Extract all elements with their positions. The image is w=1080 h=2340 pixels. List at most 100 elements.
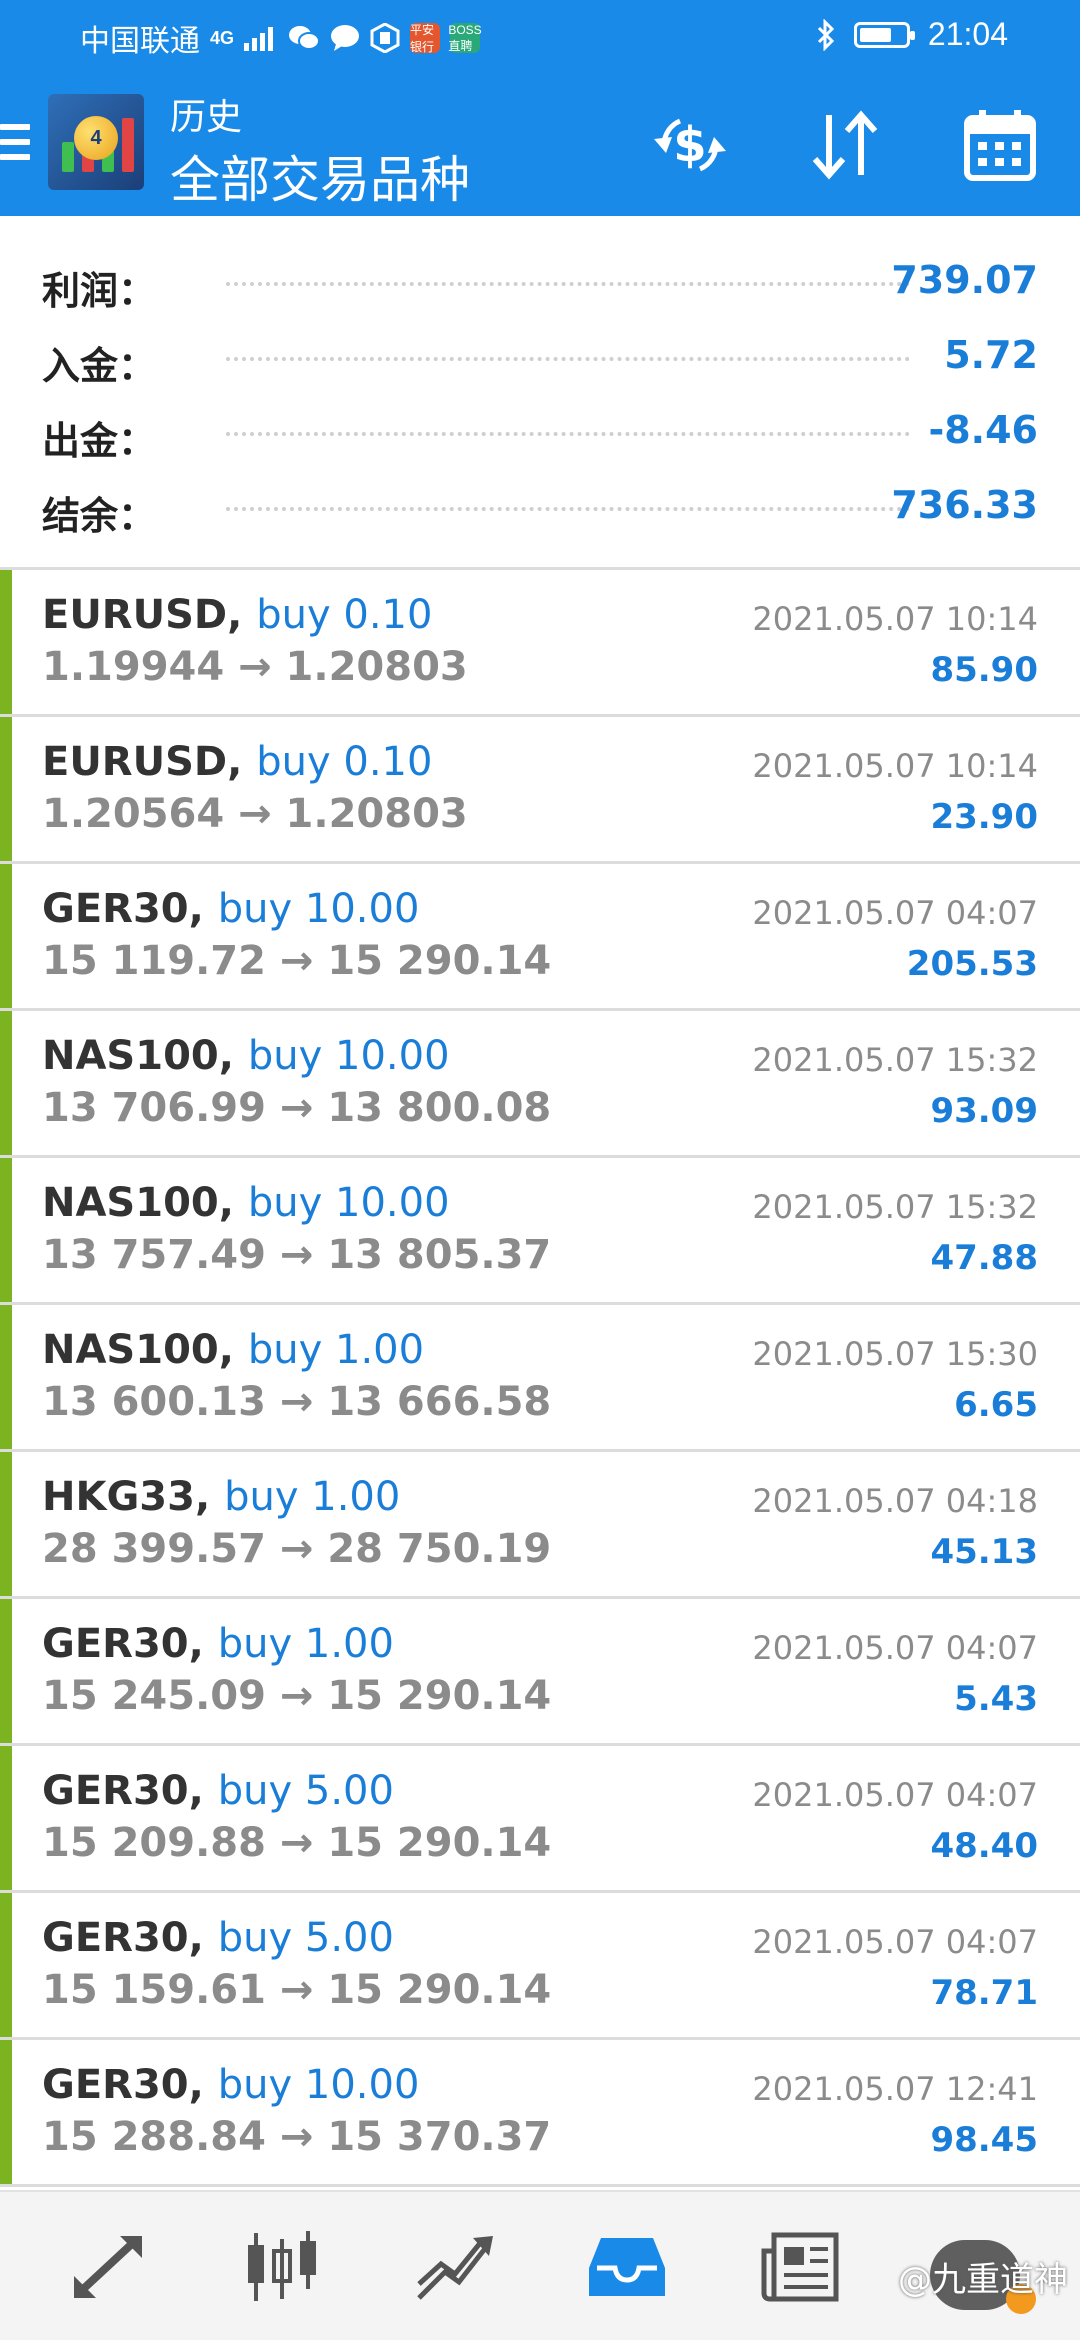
trade-symbol: EURUSD,: [42, 739, 243, 785]
buy-accent-bar: [0, 1305, 12, 1449]
currency-exchange-icon: $: [654, 117, 726, 173]
summary-value: -8.46: [928, 408, 1038, 452]
trade-type: buy 10.00: [217, 886, 420, 932]
trade-time: 2021.05.07 15:32: [752, 1188, 1038, 1226]
buy-accent-bar: [0, 864, 12, 1008]
trade-profit: 85.90: [930, 650, 1038, 690]
trade-type: buy 1.00: [247, 1327, 425, 1373]
summary-value: 739.07: [891, 258, 1038, 302]
dotted-leader: [226, 357, 910, 361]
buy-accent-bar: [0, 717, 12, 861]
trade-type: buy 0.10: [256, 592, 433, 638]
trade-row[interactable]: EURUSD, buy 0.10 1.20564 → 1.20803 2021.…: [0, 717, 1080, 864]
trade-row[interactable]: GER30, buy 5.00 15 159.61 → 15 290.14 20…: [0, 1893, 1080, 2040]
svg-text:$: $: [673, 117, 706, 173]
watermark: @九重道神: [898, 2260, 1068, 2300]
trade-profit: 45.13: [930, 1532, 1038, 1572]
summary-row-deposit: 入金： 5.72: [0, 317, 1080, 391]
trade-symbol-line: NAS100, buy 10.00: [42, 1033, 450, 1079]
nav-quotes[interactable]: [60, 2222, 160, 2312]
buy-accent-bar: [0, 2040, 12, 2184]
trade-prices: 13 600.13 → 13 666.58: [42, 1379, 552, 1425]
summary-label: 利润：: [42, 271, 157, 313]
quotes-icon: [74, 2236, 142, 2298]
buy-accent-bar: [0, 1011, 12, 1155]
trade-type: buy 1.00: [224, 1474, 401, 1520]
battery-icon: [853, 21, 915, 48]
trade-symbol-line: NAS100, buy 1.00: [42, 1327, 424, 1373]
trade-prices: 13 706.99 → 13 800.08: [42, 1085, 552, 1131]
trade-symbol-line: HKG33, buy 1.00: [42, 1474, 400, 1520]
chart-candles-icon: [248, 2231, 316, 2301]
sort-button[interactable]: [800, 100, 890, 190]
page-subtitle: 历史: [170, 96, 243, 137]
summary-label: 出金：: [42, 421, 157, 463]
trade-symbol: HKG33,: [42, 1474, 211, 1520]
buy-accent-bar: [0, 1158, 12, 1302]
trade-row[interactable]: EURUSD, buy 0.10 1.19944 → 1.20803 2021.…: [0, 570, 1080, 717]
summary-panel: 利润： 739.07 入金： 5.72 出金： -8.46 结余： 736.33: [0, 216, 1080, 568]
nav-history[interactable]: [577, 2222, 677, 2312]
currency-exchange-button[interactable]: $: [645, 100, 735, 190]
nav-chart[interactable]: [232, 2222, 332, 2312]
menu-icon[interactable]: [0, 124, 30, 164]
nav-news[interactable]: [750, 2222, 850, 2312]
trade-type: buy 10.00: [247, 1033, 450, 1079]
summary-label: 结余：: [42, 496, 157, 538]
page-title[interactable]: 全部交易品种: [170, 140, 470, 212]
nav-trade[interactable]: [405, 2222, 505, 2312]
status-left: 中国联通 4G 平安银行 BOSS直聘: [80, 16, 482, 60]
trade-symbol: GER30,: [42, 886, 204, 932]
summary-row-balance: 结余： 736.33: [0, 467, 1080, 541]
trade-icon: [417, 2236, 493, 2300]
trade-prices: 15 119.72 → 15 290.14: [42, 938, 552, 984]
trade-row[interactable]: GER30, buy 1.00 15 245.09 → 15 290.14 20…: [0, 1599, 1080, 1746]
trade-row[interactable]: HKG33, buy 1.00 28 399.57 → 28 750.19 20…: [0, 1452, 1080, 1599]
trade-profit: 93.09: [930, 1091, 1038, 1131]
summary-row-profit: 利润： 739.07: [0, 242, 1080, 316]
dotted-leader: [226, 507, 910, 511]
dotted-leader: [226, 282, 910, 286]
app-icon: [370, 23, 400, 53]
trade-symbol: GER30,: [42, 2062, 204, 2108]
trade-type: buy 0.10: [256, 739, 433, 785]
app-logo-icon[interactable]: 4: [48, 94, 144, 190]
trade-time: 2021.05.07 15:30: [752, 1335, 1038, 1373]
trade-row[interactable]: GER30, buy 10.00 15 119.72 → 15 290.14 2…: [0, 864, 1080, 1011]
trade-symbol-line: GER30, buy 10.00: [42, 886, 419, 932]
trade-prices: 1.19944 → 1.20803: [42, 644, 468, 690]
trade-profit: 98.45: [930, 2120, 1038, 2160]
trade-time: 2021.05.07 04:07: [752, 894, 1038, 932]
trade-time: 2021.05.07 04:18: [752, 1482, 1038, 1520]
trade-list: EURUSD, buy 0.10 1.19944 → 1.20803 2021.…: [0, 570, 1080, 2187]
trade-row[interactable]: GER30, buy 10.00 15 288.84 → 15 370.37 2…: [0, 2040, 1080, 2187]
trade-row[interactable]: GER30, buy 5.00 15 209.88 → 15 290.14 20…: [0, 1746, 1080, 1893]
dotted-leader: [226, 432, 910, 436]
trade-symbol-line: GER30, buy 10.00: [42, 2062, 419, 2108]
bottom-nav: @九重道神: [0, 2190, 1080, 2340]
trade-profit: 78.71: [930, 1973, 1038, 2013]
sort-icon: [812, 110, 878, 180]
trade-time: 2021.05.07 04:07: [752, 1776, 1038, 1814]
message-icon: [331, 25, 360, 51]
summary-value: 5.72: [944, 333, 1038, 377]
trade-profit: 48.40: [930, 1826, 1038, 1866]
trade-row[interactable]: NAS100, buy 10.00 13 706.99 → 13 800.08 …: [0, 1011, 1080, 1158]
news-icon: [761, 2232, 839, 2302]
trade-time: 2021.05.07 04:07: [752, 1629, 1038, 1667]
trade-time: 2021.05.07 04:07: [752, 1923, 1038, 1961]
trade-type: buy 1.00: [217, 1621, 394, 1667]
battery-level: [859, 27, 891, 42]
bank-app-icon: 平安银行: [410, 23, 441, 54]
trade-symbol-line: GER30, buy 5.00: [42, 1915, 394, 1961]
trade-symbol-line: NAS100, buy 10.00: [42, 1180, 450, 1226]
buy-accent-bar: [0, 570, 12, 714]
signal-icon: [244, 27, 274, 51]
trade-prices: 15 288.84 → 15 370.37: [42, 2114, 552, 2160]
trade-row[interactable]: NAS100, buy 1.00 13 600.13 → 13 666.58 2…: [0, 1305, 1080, 1452]
trade-symbol: NAS100,: [42, 1327, 234, 1373]
boss-app-icon: BOSS直聘: [448, 22, 482, 53]
summary-row-withdrawal: 出金： -8.46: [0, 392, 1080, 466]
trade-row[interactable]: NAS100, buy 10.00 13 757.49 → 13 805.37 …: [0, 1158, 1080, 1305]
calendar-button[interactable]: [955, 100, 1045, 190]
